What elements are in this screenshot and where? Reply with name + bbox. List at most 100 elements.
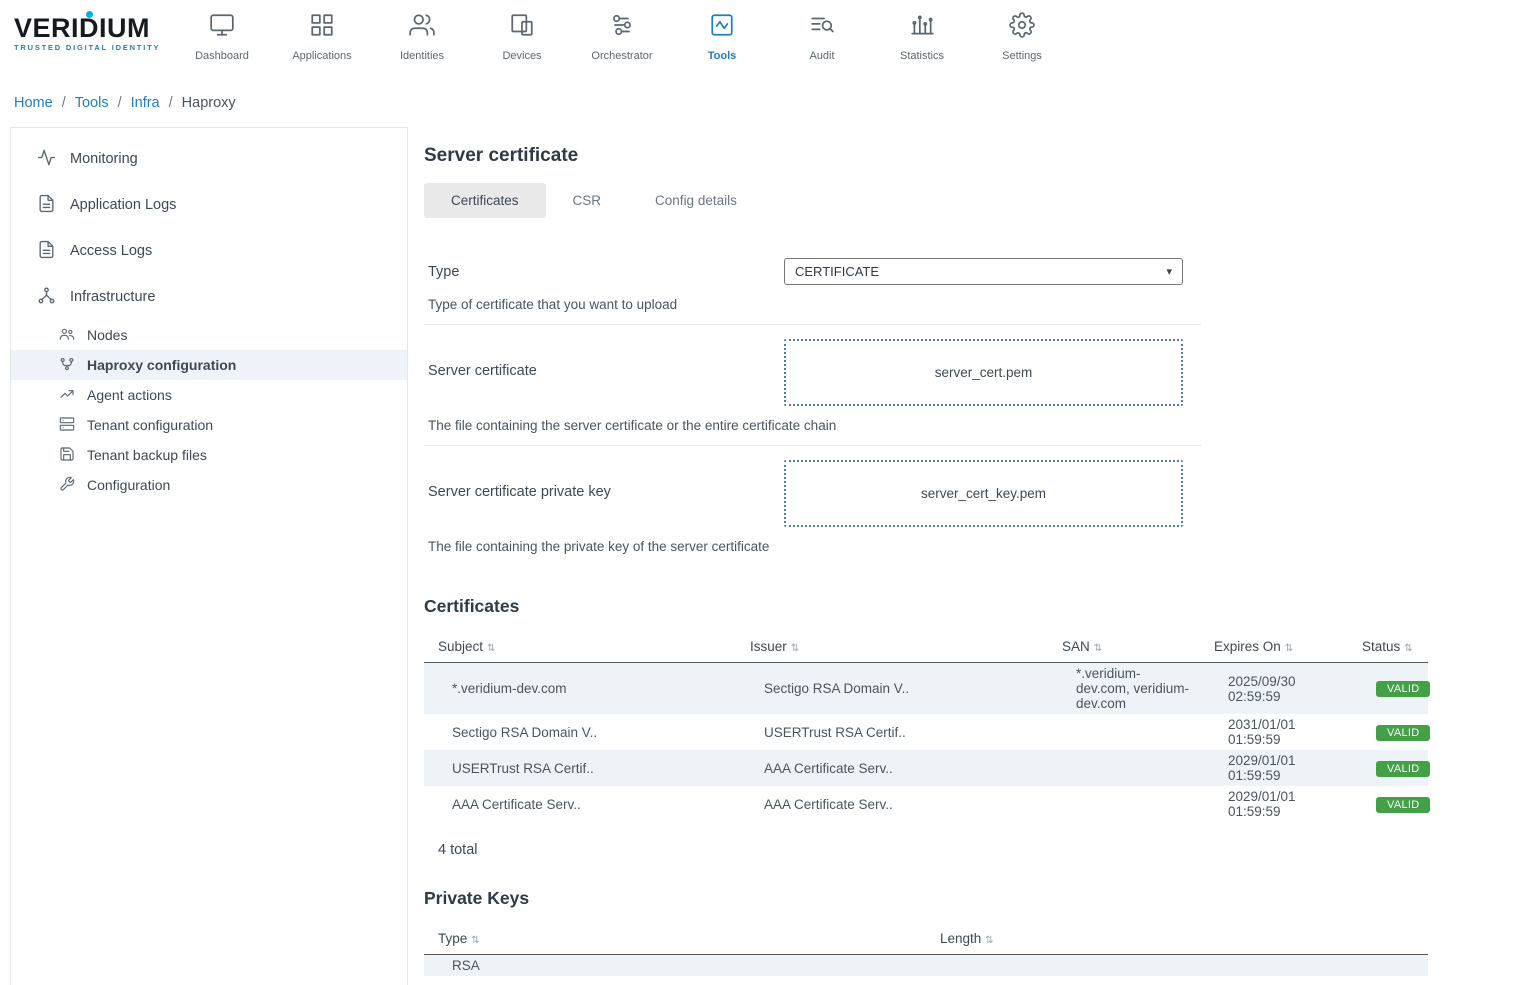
- top-nav: VERIDIUM TRUSTED DIGITAL IDENTITY Dashbo…: [0, 0, 1516, 78]
- main-nav: Dashboard Applications Identities Device…: [172, 8, 1072, 62]
- cell-expires: 2031/01/01 01:59:59: [1200, 714, 1348, 750]
- private-keys-section-title: Private Keys: [424, 888, 1496, 909]
- tab-certificates[interactable]: Certificates: [424, 183, 546, 218]
- cell-issuer: USERTrust RSA Certif..: [736, 714, 1048, 750]
- sort-icon: ⇅: [1094, 643, 1102, 654]
- table-row[interactable]: USERTrust RSA Certif.. AAA Certificate S…: [424, 750, 1428, 786]
- status-badge: VALID: [1376, 797, 1430, 813]
- sidebar-item-application-logs[interactable]: Application Logs: [11, 182, 407, 228]
- breadcrumb-separator: /: [118, 95, 122, 111]
- col-expires-on[interactable]: Expires On⇅: [1200, 631, 1348, 663]
- haproxy-icon: [59, 356, 87, 375]
- breadcrumb-infra[interactable]: Infra: [131, 95, 160, 111]
- sidebar-item-monitoring[interactable]: Monitoring: [11, 136, 407, 182]
- sort-icon: ⇅: [471, 935, 479, 946]
- breadcrumb-tools[interactable]: Tools: [75, 95, 109, 111]
- devices-icon: [509, 12, 535, 43]
- cell-san: [1048, 750, 1200, 786]
- sidebar-item-nodes[interactable]: Nodes: [11, 320, 407, 350]
- settings-icon: [1009, 12, 1035, 43]
- breadcrumb-home[interactable]: Home: [14, 95, 53, 111]
- tab-config-details[interactable]: Config details: [628, 183, 764, 218]
- col-type[interactable]: Type⇅: [424, 923, 926, 955]
- table-row[interactable]: RSA: [424, 955, 1428, 977]
- sidebar-item-tenant-configuration[interactable]: Tenant configuration: [11, 410, 407, 440]
- cell-subject: AAA Certificate Serv..: [424, 786, 736, 822]
- nav-item-dashboard[interactable]: Dashboard: [172, 8, 272, 62]
- statistics-icon: [909, 12, 935, 43]
- nav-item-identities[interactable]: Identities: [372, 8, 472, 62]
- col-status[interactable]: Status⇅: [1348, 631, 1428, 663]
- private-key-label: Server certificate private key: [428, 460, 784, 500]
- document-icon: [37, 194, 70, 217]
- dashboard-icon: [209, 12, 235, 43]
- tab-bar: Certificates CSR Config details: [424, 183, 1496, 218]
- nav-item-settings[interactable]: Settings: [972, 8, 1072, 62]
- main-panel: Server certificate Certificates CSR Conf…: [408, 127, 1516, 985]
- col-issuer[interactable]: Issuer⇅: [736, 631, 1048, 663]
- cell-status: VALID: [1348, 786, 1428, 822]
- tab-csr[interactable]: CSR: [546, 183, 629, 218]
- certificates-section-title: Certificates: [424, 596, 1496, 617]
- sidebar: Monitoring Application Logs Access Logs …: [10, 127, 408, 985]
- audit-icon: [809, 12, 835, 43]
- applications-icon: [309, 12, 335, 43]
- private-key-dropzone[interactable]: server_cert_key.pem: [784, 460, 1183, 527]
- type-help-text: Type of certificate that you want to upl…: [428, 297, 1201, 312]
- table-row[interactable]: AAA Certificate Serv.. AAA Certificate S…: [424, 786, 1428, 822]
- cell-issuer: AAA Certificate Serv..: [736, 750, 1048, 786]
- nav-item-audit[interactable]: Audit: [772, 8, 872, 62]
- brand-tagline: TRUSTED DIGITAL IDENTITY: [14, 43, 172, 52]
- server-certificate-dropzone[interactable]: server_cert.pem: [784, 339, 1183, 406]
- cell-expires: 2029/01/01 01:59:59: [1200, 786, 1348, 822]
- sort-icon: ⇅: [487, 643, 495, 654]
- sidebar-item-configuration[interactable]: Configuration: [11, 470, 407, 500]
- breadcrumb: Home / Tools / Infra / Haproxy: [0, 78, 1516, 127]
- table-row[interactable]: *.veridium-dev.com Sectigo RSA Domain V.…: [424, 663, 1428, 715]
- status-badge: VALID: [1376, 725, 1430, 741]
- content-area: Monitoring Application Logs Access Logs …: [0, 127, 1516, 985]
- cell-san: [1048, 714, 1200, 750]
- private-key-help-text: The file containing the private key of t…: [428, 539, 1201, 554]
- private-key-filename: server_cert_key.pem: [921, 486, 1046, 501]
- private-keys-table: Type⇅ Length⇅ RSA 1 total: [424, 923, 1428, 985]
- nav-item-applications[interactable]: Applications: [272, 8, 372, 62]
- server-certificate-filename: server_cert.pem: [935, 365, 1033, 380]
- breadcrumb-separator: /: [169, 95, 173, 111]
- form-row-private-key: Server certificate private key server_ce…: [424, 446, 1201, 566]
- cell-expires: 2029/01/01 01:59:59: [1200, 750, 1348, 786]
- sidebar-item-access-logs[interactable]: Access Logs: [11, 228, 407, 274]
- logo-dot: [86, 11, 93, 18]
- col-length[interactable]: Length⇅: [926, 923, 1428, 955]
- sidebar-item-tenant-backup-files[interactable]: Tenant backup files: [11, 440, 407, 470]
- certificate-type-select[interactable]: CERTIFICATE ▾: [784, 258, 1183, 285]
- cell-key-length: [926, 955, 1428, 977]
- brand-logo[interactable]: VERIDIUM TRUSTED DIGITAL IDENTITY: [0, 8, 172, 52]
- breadcrumb-separator: /: [62, 95, 66, 111]
- trend-icon: [59, 386, 87, 405]
- cell-san: [1048, 786, 1200, 822]
- cell-status: VALID: [1348, 663, 1428, 715]
- nav-item-statistics[interactable]: Statistics: [872, 8, 972, 62]
- breadcrumb-current: Haproxy: [182, 95, 236, 111]
- nav-item-tools[interactable]: Tools: [672, 8, 772, 62]
- chevron-down-icon: ▾: [1166, 265, 1172, 278]
- col-subject[interactable]: Subject⇅: [424, 631, 736, 663]
- cell-san: *.veridium-dev.com, veridium-dev.com: [1048, 663, 1200, 715]
- sidebar-item-agent-actions[interactable]: Agent actions: [11, 380, 407, 410]
- nav-item-orchestrator[interactable]: Orchestrator: [572, 8, 672, 62]
- table-row[interactable]: Sectigo RSA Domain V.. USERTrust RSA Cer…: [424, 714, 1428, 750]
- cell-subject: *.veridium-dev.com: [424, 663, 736, 715]
- cell-status: VALID: [1348, 750, 1428, 786]
- tools-icon: [709, 12, 735, 43]
- type-label: Type: [428, 264, 784, 280]
- nav-item-devices[interactable]: Devices: [472, 8, 572, 62]
- cell-subject: USERTrust RSA Certif..: [424, 750, 736, 786]
- server-certificate-help-text: The file containing the server certifica…: [428, 418, 1201, 433]
- sidebar-item-haproxy-configuration[interactable]: Haproxy configuration: [11, 350, 407, 380]
- cell-status: VALID: [1348, 714, 1428, 750]
- cell-issuer: AAA Certificate Serv..: [736, 786, 1048, 822]
- sidebar-item-infrastructure[interactable]: Infrastructure: [11, 274, 407, 320]
- col-san[interactable]: SAN⇅: [1048, 631, 1200, 663]
- orchestrator-icon: [609, 12, 635, 43]
